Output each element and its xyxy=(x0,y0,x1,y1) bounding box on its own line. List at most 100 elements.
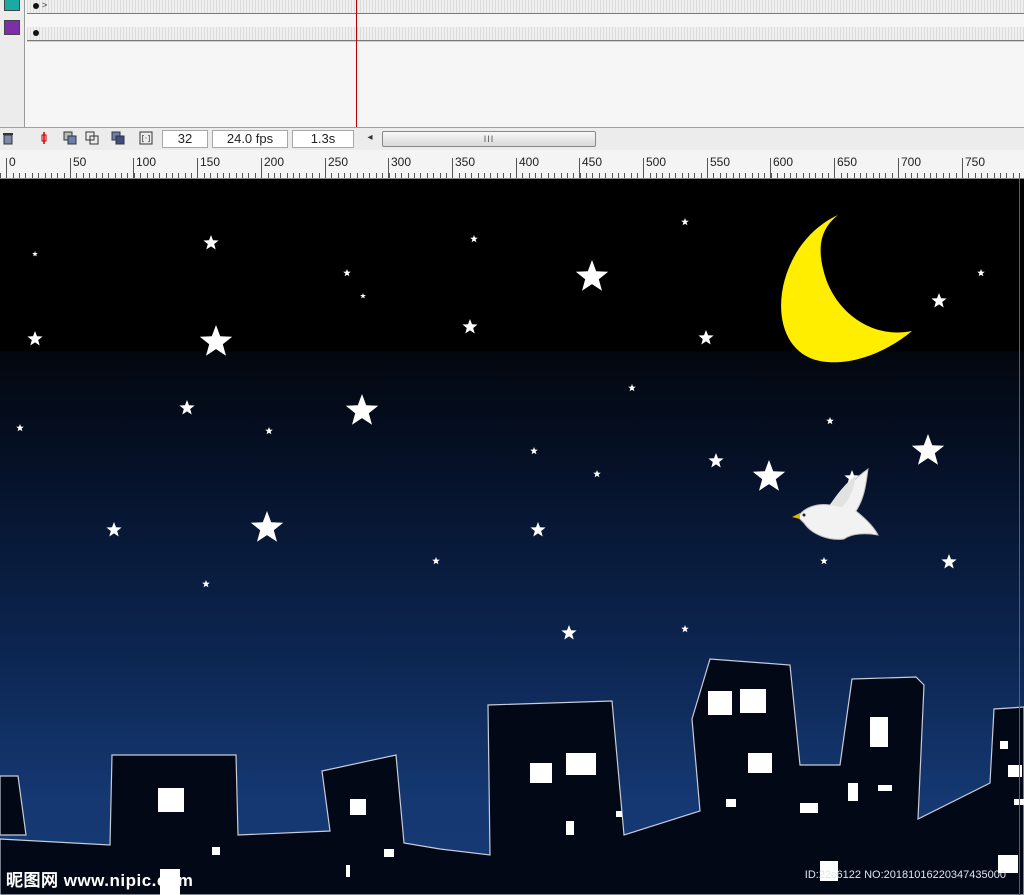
ruler-tick xyxy=(57,173,58,178)
scroll-left-icon[interactable]: ◂ xyxy=(364,130,376,146)
layer-2-frames[interactable] xyxy=(27,27,1024,41)
ruler-tick xyxy=(541,173,542,178)
center-frame-icon[interactable] xyxy=(36,130,52,146)
ruler-label: 400 xyxy=(519,155,540,169)
ruler-tick xyxy=(127,173,128,178)
layer-1-color-swatch[interactable] xyxy=(4,0,20,11)
ruler-tick xyxy=(408,173,409,178)
star xyxy=(820,557,828,565)
timeline-panel: > xyxy=(0,0,1024,127)
ruler-tick xyxy=(911,173,912,178)
ruler-tick xyxy=(987,173,988,178)
scene-artwork xyxy=(0,215,1024,895)
ruler-tick xyxy=(656,173,657,178)
ruler-tick xyxy=(764,173,765,178)
keyframe-dot[interactable] xyxy=(33,30,39,36)
ruler-tick xyxy=(975,173,976,178)
ruler-tick xyxy=(943,173,944,178)
modify-onion-markers-icon[interactable]: [·] xyxy=(138,130,154,146)
ruler-tick xyxy=(739,173,740,178)
star xyxy=(530,522,546,537)
ruler-tick xyxy=(777,173,778,178)
ruler-tick xyxy=(268,173,269,178)
star xyxy=(708,453,724,468)
ruler-tick xyxy=(331,173,332,178)
timeline-scrollbar-thumb[interactable]: III xyxy=(382,131,596,147)
ruler-label: 250 xyxy=(328,155,349,169)
elapsed-time-field[interactable]: 1.3s xyxy=(292,130,354,148)
ruler-major-tick xyxy=(898,158,899,178)
onion-skin-icon[interactable] xyxy=(62,130,78,146)
ruler-tick xyxy=(134,173,135,178)
ruler-tick xyxy=(879,173,880,178)
ruler-tick xyxy=(854,173,855,178)
ruler-tick xyxy=(51,173,52,178)
ruler-tick xyxy=(580,173,581,178)
white-dove[interactable] xyxy=(792,467,879,540)
ruler-tick xyxy=(968,173,969,178)
current-frame-field[interactable]: 32 xyxy=(162,130,208,148)
horizontal-ruler: 0 50 100 150 200 250 300 350 400 450 500 550 600 650 7… xyxy=(0,150,1024,179)
ruler-tick xyxy=(19,173,20,178)
ruler-tick xyxy=(376,173,377,178)
ruler-tick xyxy=(809,173,810,178)
ruler-tick xyxy=(662,173,663,178)
star xyxy=(593,470,601,478)
onion-skin-outlines-icon[interactable] xyxy=(84,130,100,146)
frame-rate-field[interactable]: 24.0 fps xyxy=(212,130,288,148)
ruler-tick xyxy=(248,173,249,178)
keyframe-dot[interactable] xyxy=(33,3,39,9)
ruler-tick xyxy=(242,173,243,178)
ruler-tick xyxy=(338,173,339,178)
ruler-tick xyxy=(618,173,619,178)
ruler-tick xyxy=(669,173,670,178)
ruler-tick xyxy=(936,173,937,178)
playhead-line[interactable] xyxy=(356,0,357,127)
ruler-tick xyxy=(586,173,587,178)
ruler-tick xyxy=(828,173,829,178)
ruler-tick xyxy=(637,173,638,178)
ruler-label: 150 xyxy=(200,155,221,169)
ruler-tick xyxy=(478,173,479,178)
ruler-label: 200 xyxy=(264,155,285,169)
crescent-moon[interactable] xyxy=(781,215,912,363)
layer-1-frames[interactable]: > xyxy=(27,0,1024,14)
ruler-tick xyxy=(223,173,224,178)
ruler-tick xyxy=(280,173,281,178)
trash-icon[interactable] xyxy=(0,130,16,146)
ruler-tick xyxy=(490,173,491,178)
stage-canvas[interactable] xyxy=(0,179,1024,895)
ruler-tick xyxy=(745,173,746,178)
star xyxy=(530,447,538,455)
ruler-label: 100 xyxy=(136,155,157,169)
ruler-tick xyxy=(956,173,957,178)
ruler-tick xyxy=(210,173,211,178)
ruler-tick xyxy=(217,173,218,178)
ruler-tick xyxy=(796,173,797,178)
star xyxy=(199,325,233,356)
star xyxy=(977,269,985,277)
star xyxy=(931,293,947,308)
star xyxy=(681,625,689,633)
ruler-tick xyxy=(363,173,364,178)
ruler-tick xyxy=(860,173,861,178)
layer-2-color-swatch[interactable] xyxy=(4,20,20,35)
ruler-tick xyxy=(758,173,759,178)
ruler-tick xyxy=(733,173,734,178)
ruler-major-tick xyxy=(388,158,389,178)
ruler-tick xyxy=(503,173,504,178)
ruler-tick xyxy=(675,173,676,178)
ruler-tick xyxy=(185,173,186,178)
edit-multiple-frames-icon[interactable] xyxy=(110,130,126,146)
ruler-tick xyxy=(395,173,396,178)
star xyxy=(265,427,273,435)
ruler-major-tick xyxy=(707,158,708,178)
ruler-tick xyxy=(567,173,568,178)
ruler-label: 650 xyxy=(837,155,858,169)
ruler-tick xyxy=(771,173,772,178)
stars-layer[interactable] xyxy=(16,218,985,640)
star xyxy=(752,460,786,491)
ruler-tick xyxy=(892,173,893,178)
star xyxy=(628,384,636,392)
star xyxy=(941,554,957,569)
